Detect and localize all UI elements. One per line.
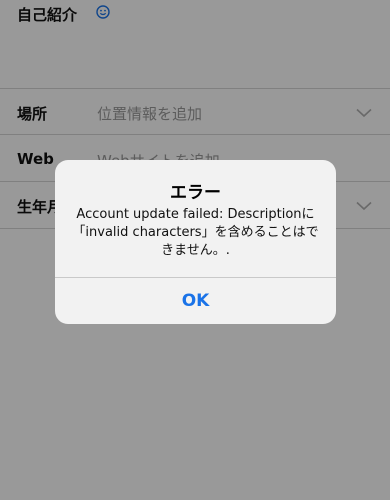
alert-message: Account update failed: Descriptionに「inva…	[72, 207, 319, 258]
alert-title: エラー	[170, 183, 221, 203]
error-alert: エラー Account update failed: Descriptionに「…	[55, 160, 336, 324]
ok-button[interactable]: OK	[55, 278, 336, 324]
